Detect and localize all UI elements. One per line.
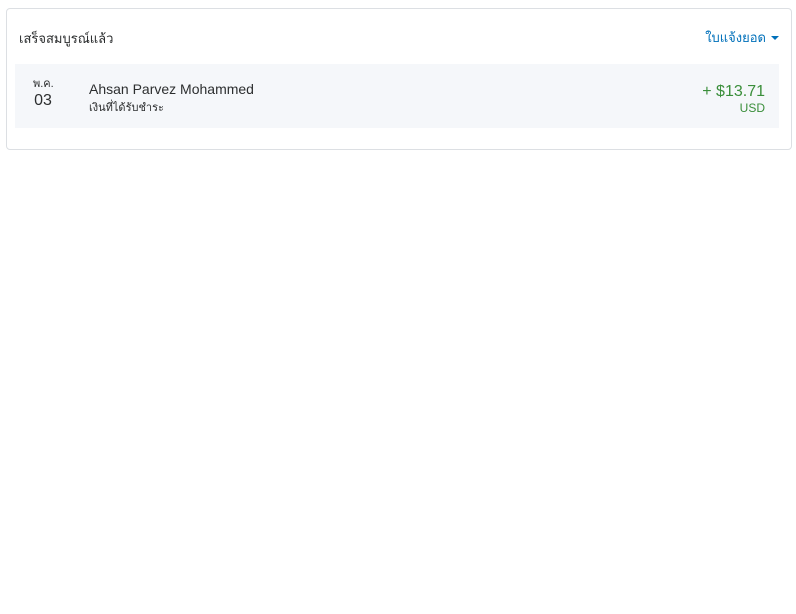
card-header: เสร็จสมบูรณ์แล้ว ใบแจ้งยอด bbox=[7, 9, 791, 65]
completed-transactions-card: เสร็จสมบูรณ์แล้ว ใบแจ้งยอด พ.ค. 03 Ahsan… bbox=[6, 8, 792, 150]
transaction-row[interactable]: พ.ค. 03 Ahsan Parvez Mohammed เงินที่ได้… bbox=[15, 64, 779, 128]
transaction-month: พ.ค. bbox=[33, 78, 54, 90]
transaction-amount: + $13.71 bbox=[702, 83, 765, 100]
caret-down-icon bbox=[771, 36, 779, 40]
transaction-counterparty: Ahsan Parvez Mohammed bbox=[89, 81, 254, 97]
section-title: เสร็จสมบูรณ์แล้ว bbox=[19, 31, 114, 46]
transaction-currency: USD bbox=[739, 101, 765, 115]
statement-link-label: ใบแจ้งยอด bbox=[705, 30, 766, 45]
statement-dropdown-link[interactable]: ใบแจ้งยอด bbox=[705, 30, 779, 46]
transaction-day: 03 bbox=[34, 92, 52, 109]
transaction-description: เงินที่ได้รับชำระ bbox=[89, 102, 164, 114]
